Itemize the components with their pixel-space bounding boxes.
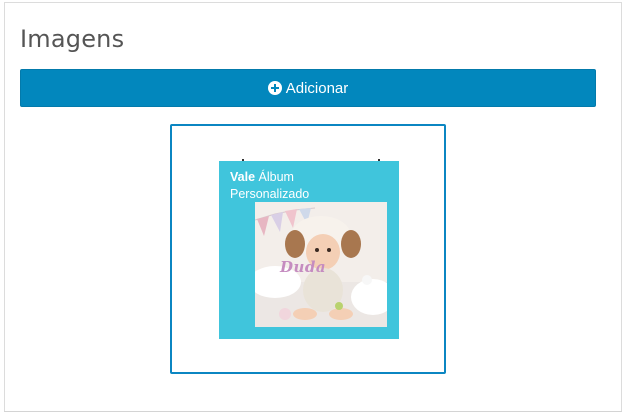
add-image-button[interactable]: Adicionar (20, 69, 596, 107)
album-cover-image: Vale Álbum Personalizado Duda (219, 161, 399, 339)
divider (4, 411, 622, 412)
image-thumbnail[interactable]: Vale Álbum Personalizado Duda (170, 124, 446, 374)
brand-name: Vale (230, 170, 256, 184)
section-title: Imagens (20, 25, 125, 53)
plus-circle-icon (267, 81, 282, 95)
caption-line: Personalizado (230, 187, 310, 201)
photo-name-text: Duda (280, 258, 327, 276)
caption-word: Álbum (255, 170, 294, 184)
baby-photo: Duda (255, 202, 387, 327)
add-button-label: Adicionar (285, 79, 349, 97)
album-caption: Vale Álbum Personalizado (230, 169, 309, 203)
